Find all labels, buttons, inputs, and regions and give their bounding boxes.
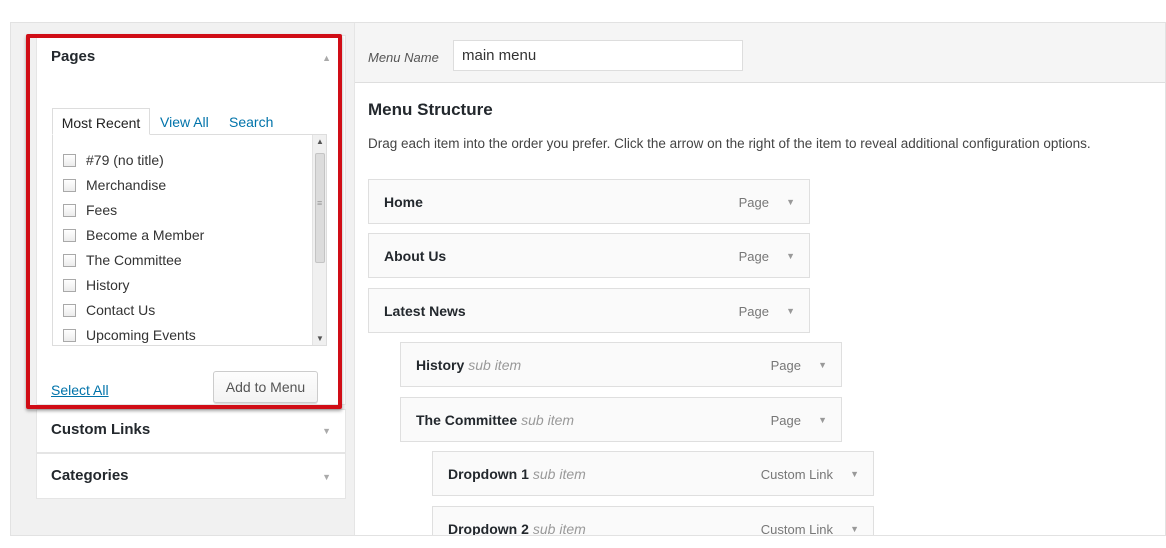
custom-links-title[interactable]: Custom Links [51,421,150,438]
page-item-label: Upcoming Events [86,327,196,343]
menu-item-history[interactable]: History sub item Page ▼ [400,342,842,387]
menu-header: Menu Name [355,23,1165,83]
checklist-scrollbar[interactable]: ▲ ≡ ▼ [312,135,326,345]
page-item-label: Become a Member [86,227,205,243]
menu-editor: Menu Name Menu Structure Drag each item … [354,23,1165,536]
page-item-label: #79 (no title) [86,152,164,168]
page-checkbox[interactable] [63,228,76,242]
item-expand-arrow-icon[interactable]: ▼ [786,197,795,207]
categories-panel[interactable]: Categories ▼ [36,453,346,499]
page-item[interactable]: #79 (no title) [63,149,164,171]
menu-item-title: About Us [384,248,447,264]
page-item-label: Merchandise [86,177,167,193]
page-item[interactable]: History [63,274,130,296]
page-item-label: The Committee [86,252,182,268]
page-checkbox[interactable] [63,153,76,167]
item-expand-arrow-icon[interactable]: ▼ [818,360,827,370]
tab-most-recent[interactable]: Most Recent [52,108,150,135]
scroll-down-icon[interactable]: ▼ [313,334,326,343]
pages-checklist: #79 (no title) Merchandise Fees Become a… [52,134,327,346]
menu-item-type: Custom Link [760,467,833,482]
collapse-arrow-icon[interactable]: ▲ [322,53,331,63]
menu-item-type: Custom Link [760,522,833,536]
item-expand-arrow-icon[interactable]: ▼ [850,524,859,534]
page-checkbox[interactable] [63,328,76,342]
menu-item-home[interactable]: Home Page ▼ [368,179,810,224]
item-expand-arrow-icon[interactable]: ▼ [786,251,795,261]
page-item[interactable]: The Committee [63,249,182,271]
menu-item-dropdown-1[interactable]: Dropdown 1 sub item Custom Link ▼ [432,451,874,496]
menu-structure-help: Drag each item into the order you prefer… [368,136,1091,151]
pages-panel: Pages ▲ Most Recent View All Search #79 … [36,35,346,405]
menu-item-the-committee[interactable]: The Committee sub item Page ▼ [400,397,842,442]
page-item[interactable]: Upcoming Events [63,324,196,345]
menu-structure-title: Menu Structure [368,100,493,119]
sub-item-label: sub item [532,521,586,536]
add-menu-items-sidebar: Pages ▲ Most Recent View All Search #79 … [36,23,346,535]
page-checkbox[interactable] [63,178,76,192]
page-item[interactable]: Become a Member [63,224,204,246]
menu-item-type: Page [770,358,801,373]
categories-title[interactable]: Categories [51,467,129,484]
page-item-label: Contact Us [86,302,156,318]
scrollbar-thumb[interactable]: ≡ [315,153,325,263]
item-expand-arrow-icon[interactable]: ▼ [818,415,827,425]
menus-screen: Pages ▲ Most Recent View All Search #79 … [10,22,1166,536]
page-item[interactable]: Fees [63,199,117,221]
page-checkbox[interactable] [63,203,76,217]
pages-panel-title[interactable]: Pages [51,48,95,65]
tab-search[interactable]: Search [229,108,273,135]
menu-item-dropdown-2[interactable]: Dropdown 2 sub item Custom Link ▼ [432,506,874,536]
item-expand-arrow-icon[interactable]: ▼ [850,469,859,479]
menu-name-label: Menu Name [368,50,439,65]
page-item[interactable]: Merchandise [63,174,166,196]
menu-item-title: The Committee sub item [416,412,575,428]
menu-item-title: Dropdown 1 sub item [448,466,586,482]
tab-view-all[interactable]: View All [160,108,209,135]
sub-item-label: sub item [521,412,575,428]
pages-tabs: Most Recent View All Search [52,108,342,135]
menu-item-title: Home [384,194,423,210]
page-item-label: History [86,277,130,293]
page-checkbox[interactable] [63,303,76,317]
scroll-up-icon[interactable]: ▲ [313,137,326,146]
page-checkbox[interactable] [63,278,76,292]
menu-name-input[interactable] [453,40,743,71]
menu-item-title: History sub item [416,357,522,373]
menu-item-type: Page [738,249,769,264]
menu-item-title: Latest News [384,303,466,319]
page-checkbox[interactable] [63,253,76,267]
grip-icon: ≡ [317,198,323,208]
menu-item-type: Page [738,304,769,319]
menu-item-title: Dropdown 2 sub item [448,521,586,536]
add-to-menu-button[interactable]: Add to Menu [213,371,318,403]
custom-links-panel[interactable]: Custom Links ▼ [36,409,346,453]
menu-item-type: Page [738,195,769,210]
expand-arrow-icon[interactable]: ▼ [322,426,331,436]
menu-item-latest-news[interactable]: Latest News Page ▼ [368,288,810,333]
sub-item-label: sub item [532,466,586,482]
item-expand-arrow-icon[interactable]: ▼ [786,306,795,316]
sub-item-label: sub item [468,357,522,373]
page-item-label: Fees [86,202,118,218]
page-item[interactable]: Contact Us [63,299,155,321]
menu-item-about-us[interactable]: About Us Page ▼ [368,233,810,278]
select-all-link[interactable]: Select All [51,382,109,398]
expand-arrow-icon[interactable]: ▼ [322,472,331,482]
menu-item-type: Page [770,413,801,428]
